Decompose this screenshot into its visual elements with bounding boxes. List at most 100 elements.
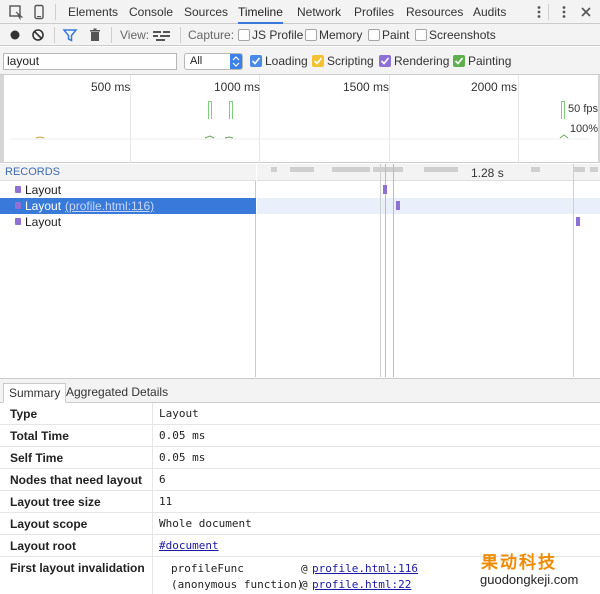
more-tools-icon[interactable] bbox=[531, 4, 547, 20]
tab-aggregated-details[interactable]: Aggregated Details bbox=[61, 383, 173, 403]
detail-row-nodes-need-layout: Nodes that need layout 6 bbox=[0, 469, 600, 491]
overview-activity-graph bbox=[10, 134, 590, 140]
paint-checkbox[interactable] bbox=[368, 29, 380, 41]
detail-row-self-time: Self Time 0.05 ms bbox=[0, 447, 600, 469]
record-row[interactable]: Layout bbox=[0, 214, 256, 230]
flame-chart-view-icon[interactable] bbox=[152, 27, 172, 43]
watermark-url: guodongkeji.com bbox=[480, 572, 579, 587]
tab-profiles[interactable]: Profiles bbox=[354, 0, 394, 24]
detail-key: First layout invalidation bbox=[10, 561, 145, 575]
detail-value: 0.05 ms bbox=[159, 429, 206, 442]
detail-key: Layout root bbox=[10, 539, 76, 553]
screenshots-checkbox[interactable] bbox=[415, 29, 427, 41]
check-icon bbox=[251, 57, 261, 65]
layout-root-link[interactable]: #document bbox=[159, 539, 219, 552]
records-panel: RECORDS Layout Layout (profile.html:116) … bbox=[0, 164, 256, 377]
tab-timeline[interactable]: Timeline bbox=[238, 0, 283, 24]
view-label: View: bbox=[120, 28, 150, 42]
stack-frame-function: (anonymous function) bbox=[171, 578, 304, 591]
overview-tick-500: 500 ms bbox=[91, 80, 131, 94]
frame-divider bbox=[380, 164, 381, 377]
loading-checkbox[interactable] bbox=[250, 55, 262, 67]
close-icon[interactable] bbox=[578, 4, 594, 20]
detail-key: Total Time bbox=[10, 429, 69, 443]
detail-key: Layout scope bbox=[10, 517, 88, 531]
filter-icon[interactable] bbox=[62, 27, 78, 43]
record-row[interactable]: Layout bbox=[0, 182, 256, 198]
tab-resources[interactable]: Resources bbox=[406, 0, 463, 24]
tab-console[interactable]: Console bbox=[129, 0, 173, 24]
detail-row-total-time: Total Time 0.05 ms bbox=[0, 425, 600, 447]
inspect-element-icon[interactable] bbox=[8, 4, 24, 20]
tab-sources[interactable]: Sources bbox=[184, 0, 228, 24]
timeline-toolbar: View: Capture: JS Profile Memory Paint S… bbox=[0, 24, 600, 46]
header-segment bbox=[424, 167, 458, 172]
record-label-text: Layout bbox=[25, 199, 62, 213]
capture-label: Capture: bbox=[188, 28, 235, 42]
tab-elements[interactable]: Elements bbox=[68, 0, 118, 24]
detail-value: 0.05 ms bbox=[159, 451, 206, 464]
memory-checkbox[interactable] bbox=[305, 29, 317, 41]
rendering-checkbox[interactable] bbox=[379, 55, 391, 67]
header-segment bbox=[531, 167, 540, 172]
stack-frame-link[interactable]: profile.html:22 bbox=[312, 578, 411, 591]
painting-checkbox[interactable] bbox=[453, 55, 465, 67]
stack-frame-link[interactable]: profile.html:116 bbox=[312, 562, 418, 575]
detail-row-type: Type Layout bbox=[0, 403, 600, 425]
layout-record-bar[interactable] bbox=[396, 201, 400, 210]
scripting-checkbox[interactable] bbox=[312, 55, 324, 67]
overview-tick-1000: 1000 ms bbox=[214, 80, 261, 94]
detail-key: Self Time bbox=[10, 451, 64, 465]
header-segment bbox=[373, 167, 403, 172]
painting-label: Painting bbox=[468, 54, 512, 68]
stack-frame-at: @ bbox=[301, 562, 308, 575]
stack-frame-at: @ bbox=[301, 578, 308, 591]
trash-icon[interactable] bbox=[87, 27, 103, 43]
js-profile-checkbox[interactable] bbox=[238, 29, 250, 41]
record-source-link[interactable]: (profile.html:116) bbox=[65, 199, 154, 213]
memory-label: Memory bbox=[319, 28, 363, 42]
detail-value: Layout bbox=[159, 407, 199, 420]
overview-left-handle[interactable] bbox=[0, 75, 4, 163]
tabbar-separator bbox=[55, 4, 56, 20]
tab-network[interactable]: Network bbox=[297, 0, 341, 24]
fps-frame-bar bbox=[561, 101, 565, 119]
record-label: Layout bbox=[25, 183, 62, 197]
header-segment bbox=[290, 167, 314, 172]
record-label: Layout bbox=[25, 215, 62, 229]
layout-record-bar[interactable] bbox=[576, 217, 580, 226]
dock-side-icon[interactable] bbox=[556, 4, 572, 20]
duration-filter-value: All bbox=[190, 55, 203, 67]
scripting-label: Scripting bbox=[327, 54, 374, 68]
device-mode-icon[interactable] bbox=[31, 4, 47, 20]
tab-summary[interactable]: Summary bbox=[3, 383, 67, 403]
record-icon[interactable] bbox=[7, 27, 23, 43]
layout-record-bar[interactable] bbox=[383, 185, 387, 194]
record-row-selected[interactable]: Layout (profile.html:116) bbox=[0, 198, 256, 214]
selected-row-highlight bbox=[257, 198, 600, 214]
filter-input[interactable]: layout bbox=[3, 53, 177, 70]
detail-key: Type bbox=[10, 407, 38, 421]
timeline-grid-panel[interactable]: 1.28 s bbox=[257, 164, 600, 377]
overview-gridline bbox=[518, 75, 519, 163]
timeline-overview[interactable]: 500 ms 1000 ms 1500 ms 2000 ms 50 fps 10… bbox=[0, 75, 600, 163]
stack-frame-function: profileFunc bbox=[171, 562, 244, 575]
toolbar-separator bbox=[54, 27, 55, 43]
rendering-label: Rendering bbox=[394, 54, 450, 68]
records-header: RECORDS bbox=[0, 164, 256, 181]
fps-frame-bar bbox=[208, 101, 212, 119]
clear-icon[interactable] bbox=[30, 27, 46, 43]
details-tabs: Summary Aggregated Details bbox=[0, 379, 600, 403]
js-profile-label: JS Profile bbox=[252, 28, 304, 42]
timeline-grid-header: 1.28 s bbox=[257, 164, 600, 181]
frame-divider bbox=[385, 164, 386, 377]
loading-label: Loading bbox=[265, 54, 308, 68]
percent-label: 100% bbox=[569, 123, 598, 135]
layout-record-icon bbox=[15, 218, 21, 225]
check-icon bbox=[454, 57, 464, 65]
layout-record-icon bbox=[15, 186, 21, 193]
duration-filter-select[interactable]: All bbox=[184, 53, 243, 70]
tab-audits[interactable]: Audits bbox=[473, 0, 506, 24]
frame-divider bbox=[393, 164, 394, 377]
frame-divider bbox=[573, 164, 574, 377]
